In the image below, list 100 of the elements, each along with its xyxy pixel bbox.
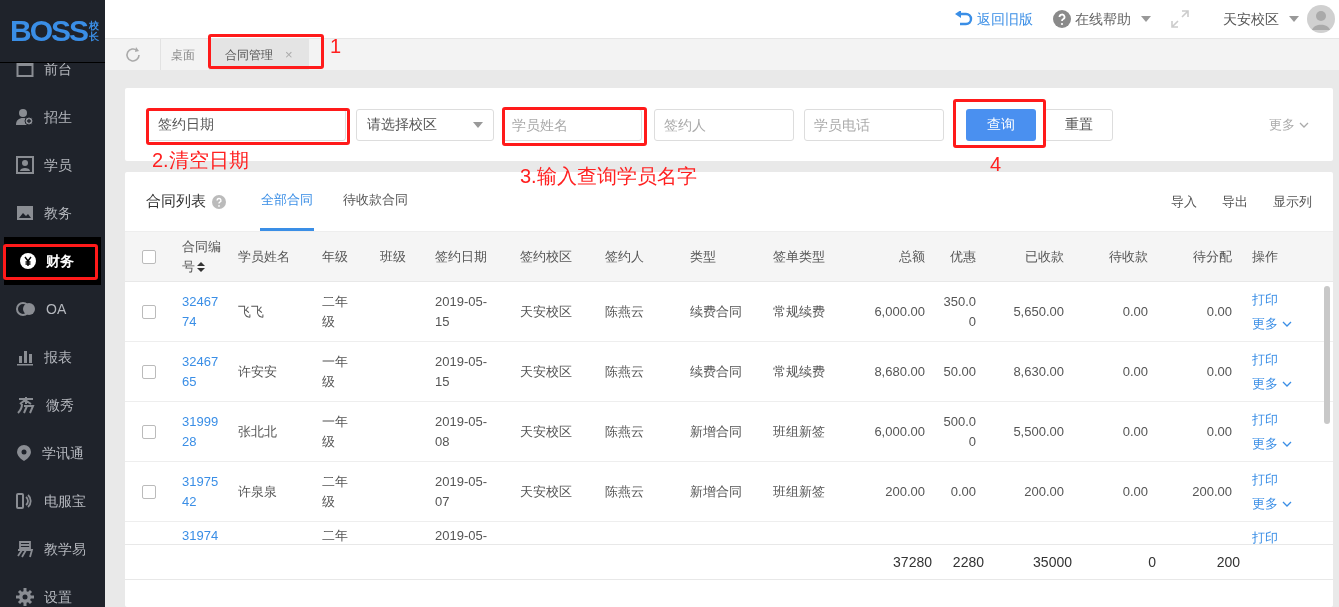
print-link[interactable]: 打印 [1252, 467, 1333, 492]
more-actions-link[interactable]: 更多 [1252, 491, 1333, 516]
logo-text: BOSS [10, 16, 88, 46]
column-header: 年级 [322, 247, 348, 266]
table-cell-text: 200.00 [1192, 482, 1232, 501]
select-all-checkbox[interactable] [141, 249, 156, 264]
chat-bubbles-icon [16, 301, 36, 317]
column-header: 总额 [899, 247, 925, 266]
date-range-field[interactable]: 签约日期 [146, 108, 346, 141]
signer-field[interactable]: 签约人 [654, 108, 794, 141]
table-cell-text: 飞飞 [238, 302, 264, 321]
table-cell-text: 5,650.00 [1013, 302, 1064, 321]
column-header: 签单类型 [773, 247, 825, 266]
avatar-icon[interactable] [1307, 5, 1335, 33]
table-cell-text: 一年级 [322, 352, 349, 391]
brush-glyph-icon [16, 396, 36, 414]
sidebar-item[interactable]: 报表 [0, 333, 105, 381]
column-header: 待分配 [1193, 247, 1232, 266]
chevron-down-icon [1282, 440, 1292, 447]
table-cell-text: 二年 [322, 527, 349, 544]
campus-select[interactable]: 请选择校区 [356, 108, 494, 141]
more-actions-link[interactable]: 更多 [1252, 371, 1333, 396]
scrollbar-thumb[interactable] [1324, 286, 1330, 424]
annotation-label: 4 [990, 154, 1002, 174]
page-tab[interactable]: 合同管理 × [209, 39, 309, 70]
sidebar-item[interactable]: 微秀 [0, 381, 105, 429]
list-action-link[interactable]: 导出 [1222, 191, 1248, 212]
sidebar-item[interactable]: OA [0, 285, 105, 333]
table-cell-text: 2019-05-15 [435, 352, 489, 391]
table-cell-text: 2019-05-08 [435, 412, 489, 451]
print-link[interactable]: 打印 [1252, 287, 1333, 312]
page-tab[interactable]: 桌面 [161, 39, 205, 70]
contract-number-link[interactable]: 3199928 [182, 411, 222, 452]
table-cell-text: 常规续费 [773, 362, 825, 381]
table-cell-text: 500.00 [942, 412, 976, 451]
table-cell-text: 天安校区 [520, 422, 572, 441]
table-cell-text: 0.00 [1122, 482, 1148, 501]
table-cell-text: 许泉泉 [238, 482, 277, 501]
list-action-link[interactable]: 导入 [1171, 191, 1197, 212]
sidebar-item[interactable]: 学讯通 [0, 429, 105, 477]
list-action-link[interactable]: 显示列 [1273, 191, 1312, 212]
online-help-menu[interactable]: 在线帮助 [1053, 8, 1151, 30]
back-to-old-version-link[interactable]: 返回旧版 [955, 8, 1033, 30]
table-cell-text: 350.00 [942, 292, 976, 331]
more-actions-link[interactable]: 更多 [1252, 311, 1333, 336]
contact-card-icon [16, 156, 34, 174]
caret-icon [1141, 16, 1151, 22]
table-cell-text: 8,630.00 [1013, 362, 1064, 381]
help-icon [212, 194, 226, 209]
table-cell-text: 0.00 [1206, 362, 1232, 381]
table-cell-text: 0.00 [1122, 362, 1148, 381]
column-header: 班级 [380, 247, 406, 266]
sidebar-item[interactable]: 电服宝 [0, 477, 105, 525]
sidebar-item[interactable]: 设置 [0, 573, 105, 607]
column-header: 签约日期 [435, 247, 487, 266]
total-cell-text: 200 [1216, 552, 1240, 572]
print-link[interactable]: 打印 [1252, 347, 1333, 372]
campus-menu[interactable]: 天安校区 [1223, 8, 1299, 30]
contract-number-link[interactable]: 3246774 [182, 291, 222, 332]
print-link[interactable]: 打印 [1252, 407, 1333, 432]
table-cell-text: 续费合同 [690, 362, 742, 381]
calendar-icon [16, 63, 34, 78]
reset-button[interactable]: 重置 [1044, 108, 1113, 141]
more-actions-link[interactable]: 更多 [1252, 431, 1333, 456]
caret-icon [1289, 16, 1299, 22]
sort-icon[interactable] [197, 262, 205, 273]
contract-number-link[interactable]: 31974 [182, 526, 222, 544]
contract-number-link[interactable]: 3246765 [182, 351, 222, 392]
total-cell-text: 0 [1148, 552, 1156, 572]
contract-number-link[interactable]: 3197542 [182, 471, 222, 512]
print-link[interactable]: 打印 [1252, 526, 1333, 544]
sidebar-item[interactable]: 教学易 [0, 525, 105, 573]
row-checkbox[interactable] [141, 364, 156, 379]
phone-signal-icon [16, 492, 34, 510]
table-cell-text: 200.00 [885, 482, 925, 501]
table-cell-text: 0.00 [1206, 422, 1232, 441]
row-checkbox[interactable] [141, 424, 156, 439]
row-checkbox[interactable] [141, 304, 156, 319]
total-cell-text: 2280 [952, 552, 984, 572]
table-cell-text: 新增合同 [690, 482, 742, 501]
sidebar-item[interactable]: 教务 [0, 189, 105, 237]
list-title: 合同列表 [146, 191, 206, 212]
column-header[interactable]: 合同编号 [182, 236, 228, 277]
table-cell-text: 50.00 [942, 362, 976, 381]
student-phone-field[interactable]: 学员电话 [804, 108, 944, 141]
bar-chart-icon [16, 348, 34, 366]
fullscreen-icon[interactable] [1171, 10, 1189, 28]
refresh-icon[interactable] [123, 45, 142, 64]
undo-icon [955, 11, 973, 27]
total-cell-text: 37280 [893, 552, 932, 572]
sidebar-item[interactable]: 招生 [0, 93, 105, 141]
student-name-field[interactable]: 学员姓名 [502, 108, 642, 141]
table-cell-text: 二年级 [322, 472, 349, 511]
glyph-icon [16, 540, 34, 558]
row-checkbox[interactable] [141, 484, 156, 499]
sidebar-item[interactable]: 学员 [0, 141, 105, 189]
list-tab[interactable]: 待收款合同 [342, 172, 409, 231]
picture-icon [16, 204, 34, 222]
annotation-label: 2.清空日期 [152, 150, 249, 170]
help-icon [1053, 10, 1071, 28]
